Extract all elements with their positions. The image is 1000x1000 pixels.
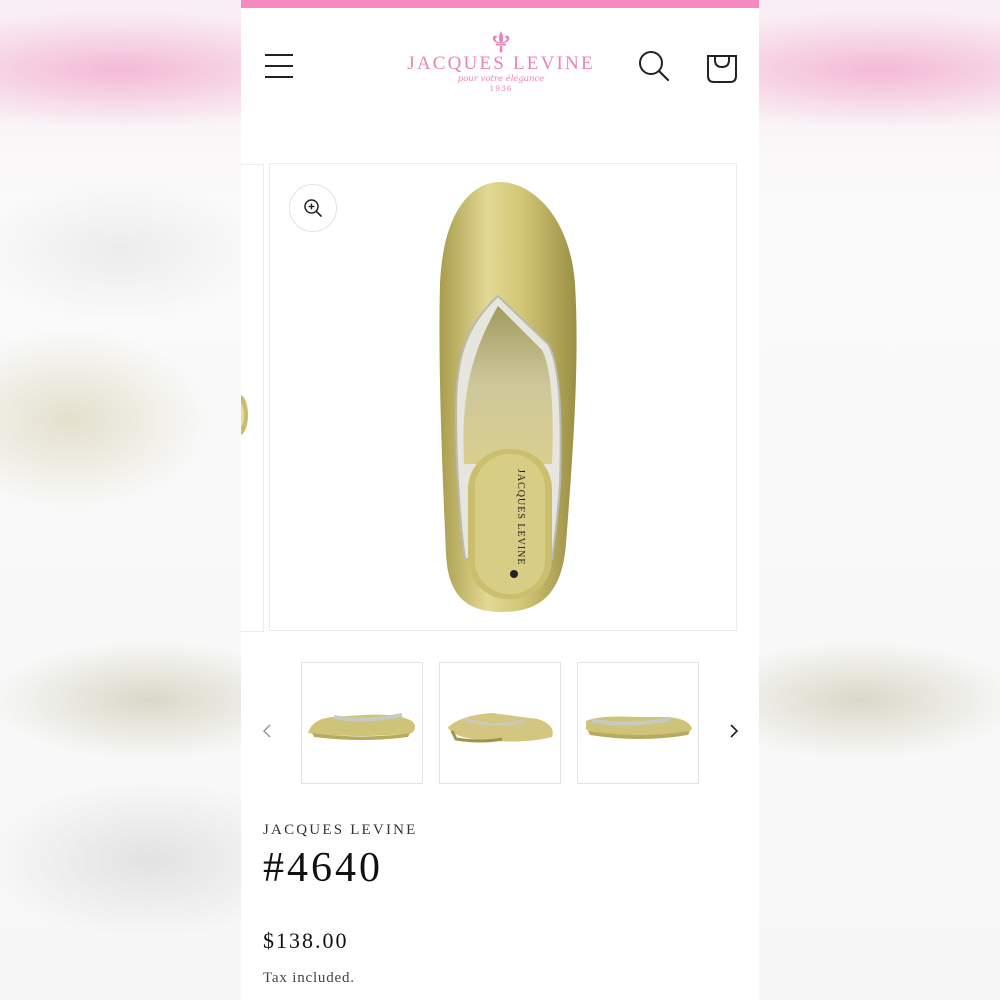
menu-button[interactable] bbox=[263, 50, 295, 82]
logo-name: JACQUES LEVINE bbox=[407, 53, 595, 74]
announcement-bar bbox=[241, 0, 759, 8]
chevron-left-icon bbox=[262, 724, 271, 738]
hamburger-menu-icon-line bbox=[265, 76, 293, 78]
thumbnail-3[interactable] bbox=[577, 662, 699, 784]
svg-text:JACQUES LEVINE: JACQUES LEVINE bbox=[515, 469, 526, 566]
product-title: #4640 bbox=[263, 845, 383, 891]
chevron-right-icon bbox=[730, 724, 739, 738]
logo-tagline: pour votre élégance bbox=[457, 74, 545, 84]
thumbnail-2[interactable] bbox=[439, 662, 561, 784]
slipper-partial-image bbox=[241, 395, 248, 435]
tax-note: Tax included. bbox=[263, 970, 355, 986]
main-product-image[interactable]: JACQUES LEVINE bbox=[269, 163, 737, 631]
search-icon bbox=[639, 51, 670, 82]
fleur-de-lis-icon bbox=[492, 31, 510, 53]
previous-slide-peek[interactable] bbox=[241, 164, 264, 632]
cart-icon bbox=[707, 55, 737, 83]
logo-year: 1936 bbox=[489, 84, 513, 93]
thumbnail-next-button[interactable] bbox=[724, 718, 744, 744]
hamburger-menu-icon-line bbox=[265, 65, 293, 67]
gold-slipper-top-view: JACQUES LEVINE bbox=[439, 182, 577, 612]
gold-slipper-side-view-right bbox=[586, 716, 692, 739]
cart-button[interactable] bbox=[705, 48, 739, 84]
thumbnail-1[interactable] bbox=[301, 662, 423, 784]
gold-slipper-angle-view bbox=[448, 713, 553, 743]
thumbnail-prev-button[interactable] bbox=[257, 718, 277, 744]
store-logo[interactable]: JACQUES LEVINE pour votre élégance 1936 bbox=[391, 30, 611, 93]
search-button[interactable] bbox=[637, 49, 671, 83]
product-price: $138.00 bbox=[263, 928, 349, 953]
hamburger-menu-icon bbox=[265, 54, 293, 56]
mobile-page: JACQUES LEVINE pour votre élégance 1936 bbox=[241, 0, 759, 1000]
product-vendor: JACQUES LEVINE bbox=[263, 822, 418, 838]
gold-slipper-side-view bbox=[308, 713, 415, 740]
